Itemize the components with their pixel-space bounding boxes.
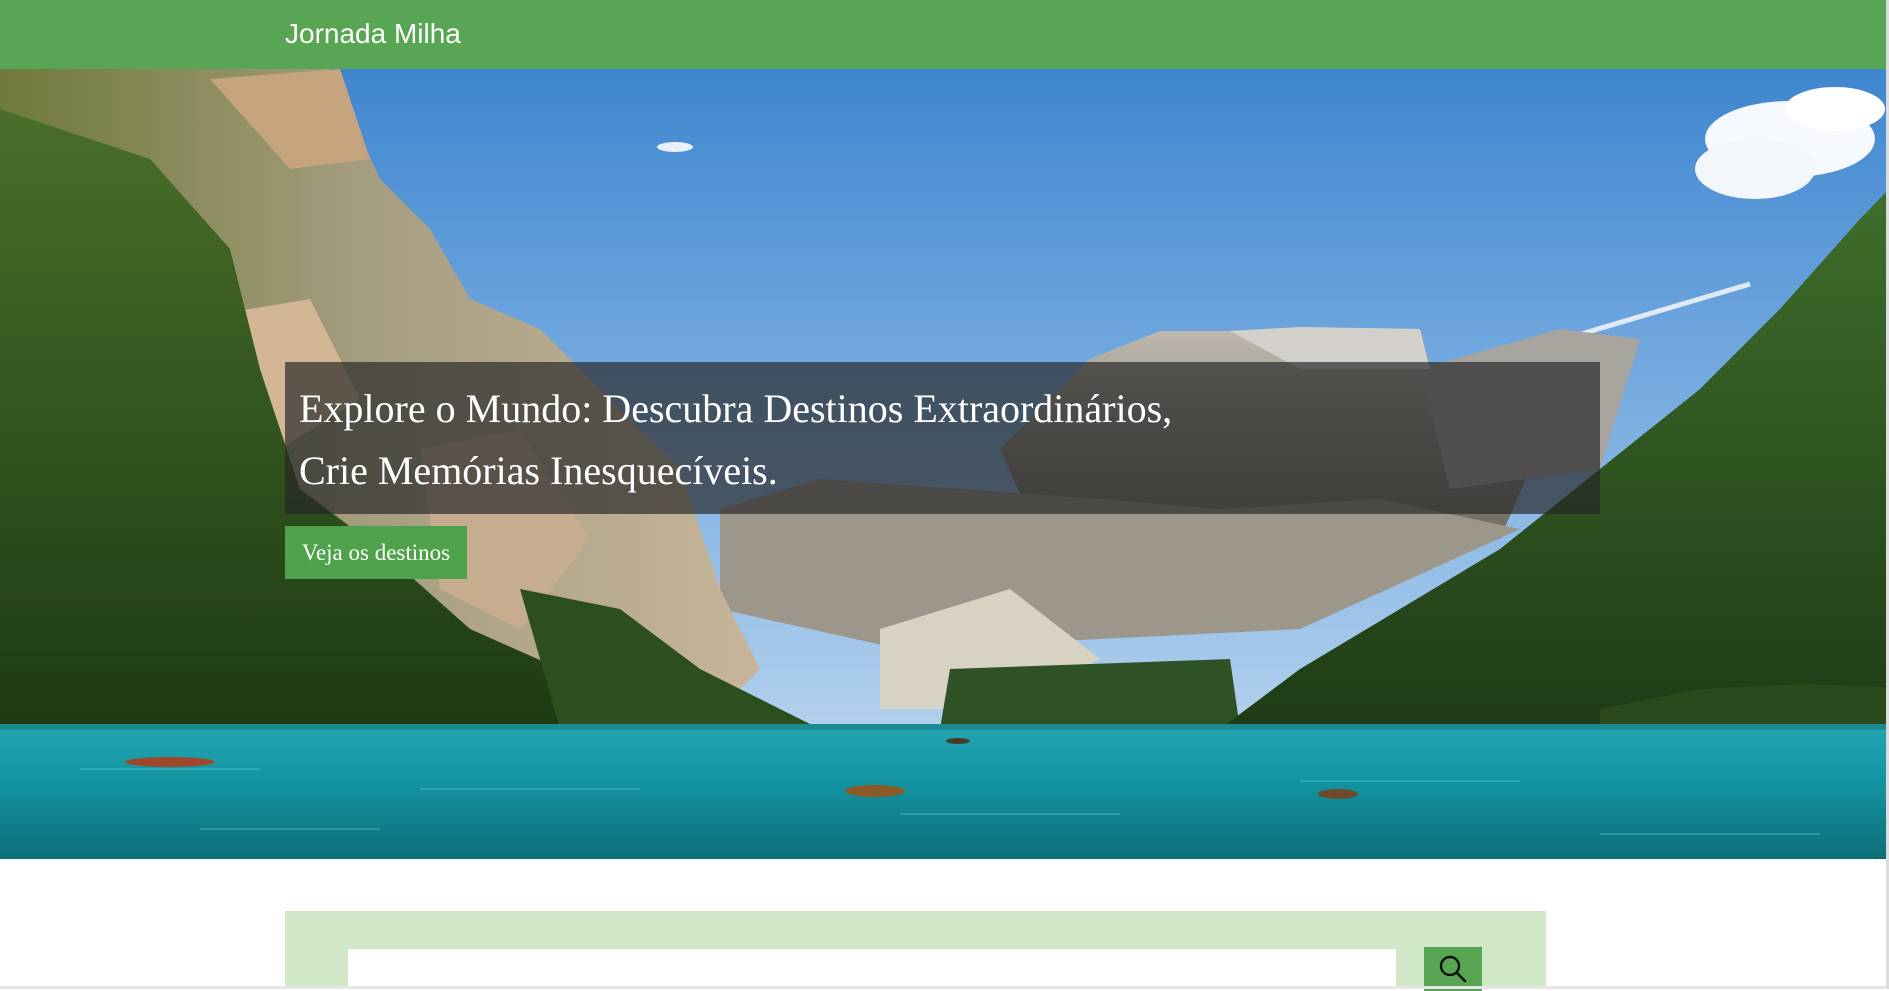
hero-headline-line-2: Crie Memórias Inesquecíveis. <box>299 448 778 493</box>
hero-headline-overlay: Explore o Mundo: Descubra Destinos Extra… <box>285 362 1600 514</box>
search-panel <box>285 911 1546 991</box>
search-input[interactable] <box>348 949 1396 989</box>
hero-headline: Explore o Mundo: Descubra Destinos Extra… <box>299 378 1172 502</box>
top-navbar: Jornada Milha <box>0 0 1889 69</box>
brand-logo-text[interactable]: Jornada Milha <box>285 18 461 50</box>
search-button[interactable] <box>1424 947 1482 991</box>
view-destinations-button[interactable]: Veja os destinos <box>285 526 467 579</box>
search-icon <box>1439 955 1467 983</box>
hero-headline-line-1: Explore o Mundo: Descubra Destinos Extra… <box>299 386 1173 431</box>
